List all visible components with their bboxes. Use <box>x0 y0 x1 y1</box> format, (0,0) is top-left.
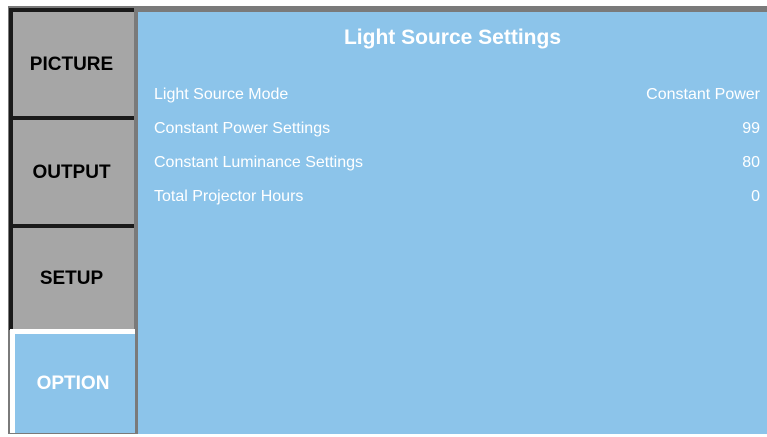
setting-value: 99 <box>742 120 760 137</box>
tab-picture-label: PICTURE <box>29 54 114 75</box>
tab-setup-label: SETUP <box>39 268 104 289</box>
setting-label: Constant Power Settings <box>154 120 331 137</box>
setting-value: 80 <box>742 154 760 171</box>
setting-label: Constant Luminance Settings <box>154 154 364 171</box>
panel-title: Light Source Settings <box>343 26 561 49</box>
tab-output-label: OUTPUT <box>32 162 111 183</box>
settings-list: Light Source Mode Constant Power Constan… <box>154 78 760 214</box>
setting-row-light-source-mode[interactable]: Light Source Mode Constant Power <box>154 78 760 112</box>
setting-value: 0 <box>751 188 760 205</box>
tab-option-label: OPTION <box>36 372 110 394</box>
settings-panel: Light Source Settings Light Source Mode … <box>138 12 767 434</box>
setting-label: Light Source Mode <box>154 86 289 103</box>
tab-setup[interactable]: SETUP <box>9 224 134 330</box>
setting-row-total-projector-hours: Total Projector Hours 0 <box>154 180 760 214</box>
setting-value: Constant Power <box>646 86 760 103</box>
setting-row-constant-luminance[interactable]: Constant Luminance Settings 80 <box>154 146 760 180</box>
setting-row-constant-power[interactable]: Constant Power Settings 99 <box>154 112 760 146</box>
setting-label: Total Projector Hours <box>154 188 304 205</box>
tab-picture[interactable]: PICTURE <box>9 8 134 118</box>
tab-option[interactable]: OPTION <box>10 329 135 433</box>
tab-output[interactable]: OUTPUT <box>9 116 134 226</box>
